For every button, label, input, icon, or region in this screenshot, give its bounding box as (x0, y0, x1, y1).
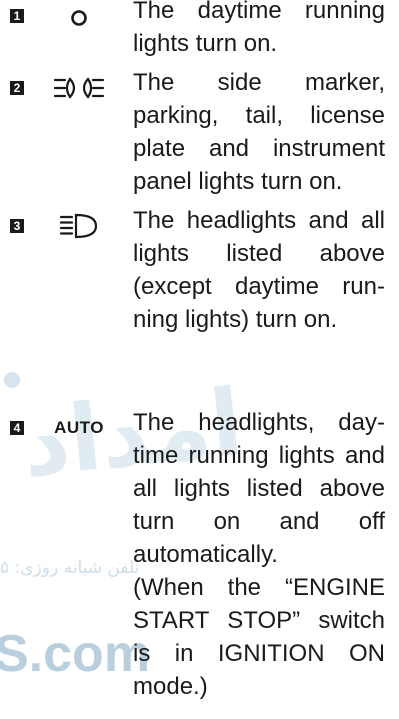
watermark-dot (4, 372, 20, 388)
headlight-icon (36, 210, 122, 242)
item-description: The headlights and all lights listed abo… (133, 207, 385, 333)
item-description-block: The headlights, day-time running lights … (133, 406, 385, 703)
watermark-latin: S.com (0, 625, 151, 683)
watermark-arabic-small: تلفن شبانه روزی: ۵ (0, 558, 140, 578)
item-number-badge: 2 (10, 81, 24, 95)
item-number-badge: 1 (10, 9, 24, 23)
auto-icon: AUTO (36, 412, 122, 444)
side-marker-lights-icon (36, 72, 122, 104)
item-description: The side marker, parking, tail, license … (133, 69, 385, 195)
circle-icon (36, 0, 122, 32)
item-note: (When the “ENGINE START STOP” switch is … (133, 574, 385, 700)
item-description: The daytime running lights turn on. (133, 0, 385, 57)
item-description: The headlights, day-time running lights … (133, 409, 385, 568)
manual-page: امداد تلفن شبانه روزی: ۵ S.com 1 The day… (0, 0, 399, 719)
item-number-badge: 4 (10, 421, 24, 435)
item-number-badge: 3 (10, 219, 24, 233)
auto-icon-label: AUTO (54, 418, 104, 437)
